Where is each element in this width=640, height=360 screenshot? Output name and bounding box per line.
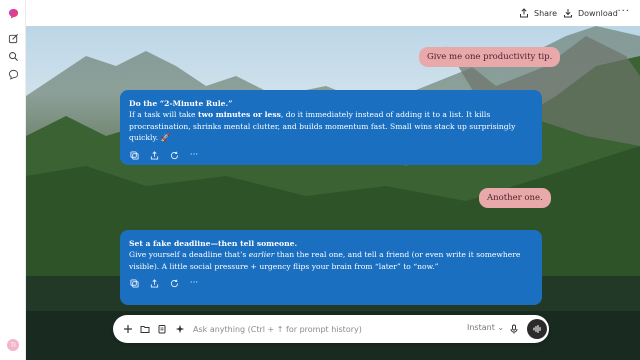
- waveform-icon: [533, 324, 541, 334]
- body-text: Give yourself a deadline that’s: [129, 250, 249, 260]
- assistant-message-body: Give yourself a deadline that’s earlier …: [129, 249, 533, 272]
- download-icon: [564, 9, 572, 18]
- share-icon[interactable]: [149, 150, 159, 160]
- mode-selector[interactable]: Instant ⌄: [467, 323, 504, 332]
- folder-icon[interactable]: [138, 322, 152, 336]
- assistant-message: Set a fake deadline—then tell someone. G…: [120, 230, 542, 305]
- download-button[interactable]: Download: [563, 6, 618, 20]
- sidebar: TI: [0, 0, 26, 360]
- more-icon[interactable]: ···: [189, 278, 199, 289]
- body-bold-text: two minutes or less: [197, 110, 281, 120]
- message-actions: ···: [129, 278, 533, 289]
- clipboard-icon[interactable]: [155, 322, 169, 336]
- assistant-message: Do the “2-Minute Rule.” If a task will t…: [120, 90, 542, 165]
- top-bar: Share Download ···: [26, 0, 640, 26]
- assistant-message-title: Set a fake deadline—then tell someone.: [129, 239, 298, 248]
- app-logo-icon[interactable]: [6, 6, 20, 20]
- composer: Instant ⌄: [113, 315, 549, 343]
- share-label: Share: [534, 8, 558, 18]
- search-icon[interactable]: [6, 49, 20, 63]
- copy-icon[interactable]: [129, 150, 139, 160]
- message-actions: ···: [129, 150, 533, 160]
- regenerate-icon[interactable]: [169, 150, 179, 160]
- assistant-message-title: Do the “2-Minute Rule.”: [129, 99, 233, 108]
- copy-icon[interactable]: [129, 279, 139, 289]
- download-label: Download: [578, 8, 618, 18]
- chat-history-icon[interactable]: [6, 67, 20, 81]
- user-message-text: Another one.: [487, 193, 543, 203]
- microphone-icon[interactable]: [507, 322, 521, 336]
- add-icon[interactable]: [121, 322, 135, 336]
- new-chat-icon[interactable]: [6, 31, 20, 45]
- body-italic-text: earlier: [248, 250, 275, 260]
- share-button[interactable]: Share: [519, 6, 557, 20]
- voice-mode-button[interactable]: [527, 319, 547, 339]
- assistant-message-body: If a task will take two minutes or less,…: [129, 109, 533, 143]
- more-options-button[interactable]: ···: [617, 6, 630, 17]
- prompt-input[interactable]: [193, 323, 453, 335]
- share-icon: [520, 8, 528, 18]
- user-message-text: Give me one productivity tip.: [427, 52, 553, 62]
- more-icon[interactable]: ···: [189, 150, 199, 160]
- sparkle-icon[interactable]: [173, 322, 187, 336]
- user-message: Another one.: [479, 188, 551, 208]
- user-message: Give me one productivity tip.: [419, 47, 561, 67]
- avatar-initials: TI: [10, 341, 16, 349]
- avatar[interactable]: TI: [7, 339, 19, 351]
- body-text: If a task will take: [129, 110, 198, 120]
- regenerate-icon[interactable]: [169, 279, 179, 289]
- share-icon[interactable]: [149, 279, 159, 289]
